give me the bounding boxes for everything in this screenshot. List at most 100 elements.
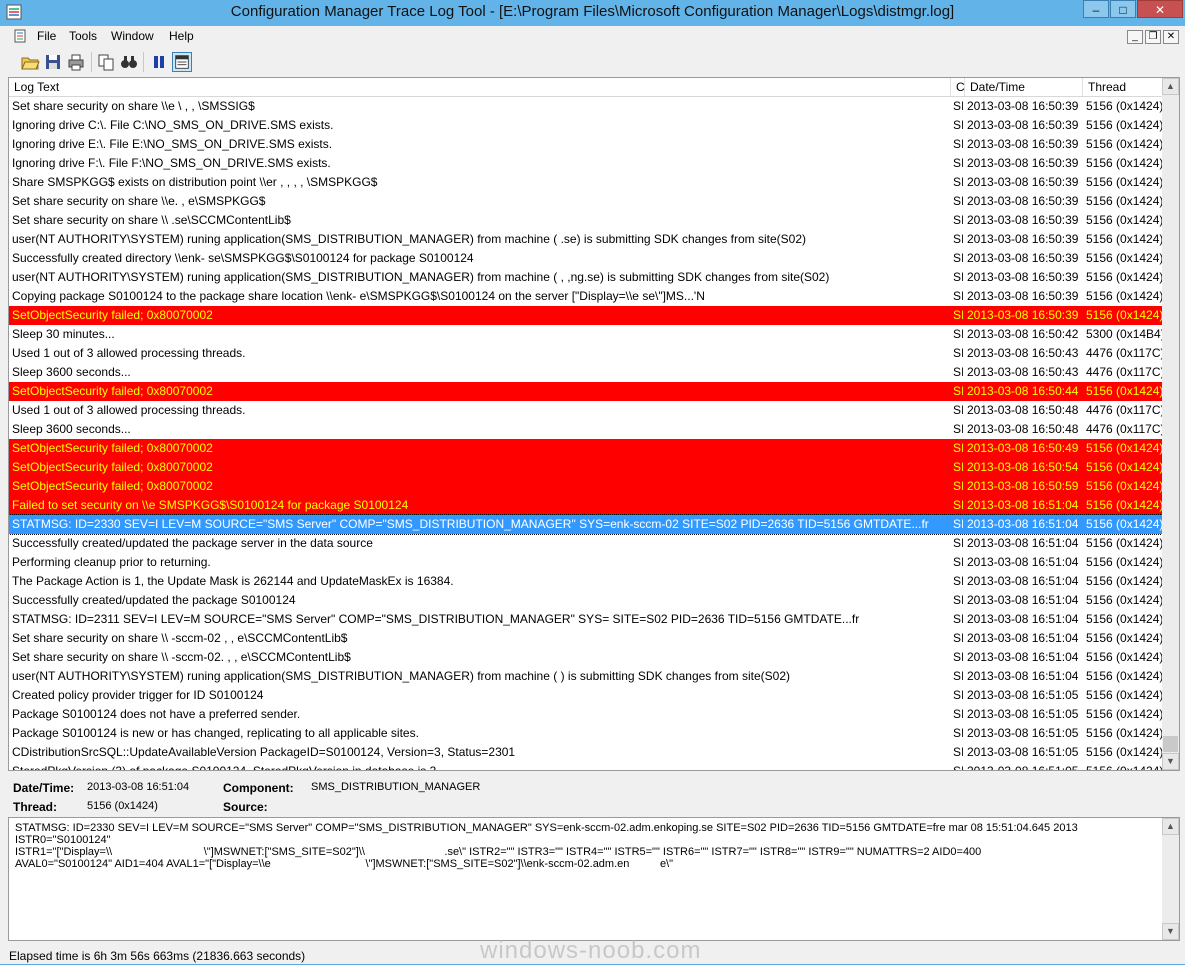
mdi-close-button[interactable]: ✕ — [1163, 30, 1179, 44]
preview-pane-icon[interactable] — [172, 52, 192, 72]
open-icon[interactable] — [20, 52, 40, 72]
thread-cell: 5156 (0x1424) — [1086, 460, 1164, 474]
table-row[interactable]: STATMSG: ID=2311 SEV=I LEV=M SOURCE="SMS… — [9, 610, 1164, 629]
thread-cell: 5156 (0x1424) — [1086, 745, 1164, 759]
log-text-cell: Performing cleanup prior to returning. — [12, 555, 211, 569]
table-row[interactable]: Package S0100124 is new or has changed, … — [9, 724, 1164, 743]
scroll-up-arrow-icon[interactable]: ▲ — [1162, 78, 1179, 95]
scroll-down-arrow-icon[interactable]: ▼ — [1162, 923, 1179, 940]
menu-file[interactable]: File — [37, 29, 56, 43]
column-header-date-time[interactable]: Date/Time — [965, 78, 1083, 96]
thread-cell: 5156 (0x1424) — [1086, 593, 1164, 607]
table-row[interactable]: Created policy provider trigger for ID S… — [9, 686, 1164, 705]
component-cell: SI — [953, 631, 963, 645]
trace-log-window: Configuration Manager Trace Log Tool - [… — [0, 0, 1185, 964]
maximize-button[interactable]: □ — [1110, 0, 1136, 18]
title-bar[interactable]: Configuration Manager Trace Log Tool - [… — [0, 0, 1185, 26]
log-text-cell: STATMSG: ID=2311 SEV=I LEV=M SOURCE="SMS… — [12, 612, 860, 626]
table-row[interactable]: SetObjectSecurity failed; 0x80070002 SI 20… — [9, 382, 1164, 401]
mdi-minimize-button[interactable]: _ — [1127, 30, 1143, 44]
table-row[interactable]: Successfully created/updated the package… — [9, 534, 1164, 553]
table-row[interactable]: Ignoring drive E:\. File E:\NO_SMS_ON_DR… — [9, 135, 1164, 154]
component-cell: SI — [953, 194, 963, 208]
table-row[interactable]: Copying package S0100124 to the package … — [9, 287, 1164, 306]
log-text-cell: StoredPkgVersion (3) of package S0100124… — [12, 764, 440, 771]
message-text[interactable]: STATMSG: ID=2330 SEV=I LEV=M SOURCE="SMS… — [15, 822, 1145, 870]
table-row[interactable]: The Package Action is 1, the Update Mask… — [9, 572, 1164, 591]
copy-icon[interactable] — [96, 52, 116, 72]
table-row[interactable]: SetObjectSecurity failed; 0x80070002 SI 20… — [9, 477, 1164, 496]
close-button[interactable]: ✕ — [1137, 0, 1183, 18]
scroll-up-arrow-icon[interactable]: ▲ — [1162, 818, 1179, 835]
table-row[interactable]: Sleep 3600 seconds... SI 2013-03-08 16:50:… — [9, 420, 1164, 439]
log-text-cell: SetObjectSecurity failed; 0x80070002 — [12, 441, 213, 455]
thread-cell: 5156 (0x1424) — [1086, 308, 1164, 322]
thread-cell: 4476 (0x117C) — [1086, 346, 1164, 360]
table-row[interactable]: SetObjectSecurity failed; 0x80070002 SI 20… — [9, 458, 1164, 477]
table-row[interactable]: SetObjectSecurity failed; 0x80070002 SI 20… — [9, 306, 1164, 325]
table-row[interactable]: StoredPkgVersion (3) of package S0100124… — [9, 762, 1164, 771]
pause-icon[interactable] — [149, 52, 169, 72]
thread-cell: 5156 (0x1424) — [1086, 669, 1164, 683]
column-header-component[interactable]: C — [951, 78, 965, 96]
mdi-restore-button[interactable]: ❐ — [1145, 30, 1161, 44]
column-header-thread[interactable]: Thread — [1083, 78, 1163, 96]
message-pane[interactable]: STATMSG: ID=2330 SEV=I LEV=M SOURCE="SMS… — [8, 817, 1180, 941]
table-row[interactable]: Set share security on share \\e. , e\SMS… — [9, 192, 1164, 211]
table-row[interactable]: Share SMSPKGG$ exists on distribution po… — [9, 173, 1164, 192]
log-text-cell: Successfully created/updated the package… — [12, 536, 373, 550]
menu-help[interactable]: Help — [169, 29, 194, 43]
date-time-cell: 2013-03-08 16:51:04 — [967, 650, 1079, 664]
table-row[interactable]: user(NT AUTHORITY\SYSTEM) runing applica… — [9, 667, 1164, 686]
column-header-log-text[interactable]: Log Text — [9, 78, 951, 96]
save-icon[interactable] — [43, 52, 63, 72]
log-text-cell: Set share security on share \\ .se\SCCMC… — [12, 213, 291, 227]
menu-window[interactable]: Window — [111, 29, 154, 43]
component-cell: SI — [953, 118, 963, 132]
find-icon[interactable] — [119, 52, 139, 72]
log-text-cell: Set share security on share \\ -sccm-02.… — [12, 650, 351, 664]
table-row[interactable]: Performing cleanup prior to returning. SI… — [9, 553, 1164, 572]
table-row[interactable]: Package S0100124 does not have a preferr… — [9, 705, 1164, 724]
log-list[interactable]: Log Text C Date/Time Thread Set share se… — [8, 77, 1180, 771]
thread-cell: 4476 (0x117C) — [1086, 422, 1164, 436]
scrollbar-thumb[interactable] — [1163, 736, 1178, 752]
table-row[interactable]: Set share security on share \\ -sccm-02 … — [9, 629, 1164, 648]
table-row[interactable]: CDistributionSrcSQL::UpdateAvailableVers… — [9, 743, 1164, 762]
date-time-cell: 2013-03-08 16:50:59 — [967, 479, 1079, 493]
message-vertical-scrollbar[interactable]: ▲ ▼ — [1162, 818, 1179, 940]
table-row[interactable]: STATMSG: ID=2330 SEV=I LEV=M SOURCE="SMS… — [9, 514, 1165, 535]
component-cell: SI — [953, 574, 963, 588]
date-time-cell: 2013-03-08 16:51:05 — [967, 764, 1079, 771]
component-cell: SI — [953, 650, 963, 664]
table-row[interactable]: Failed to set security on \\e SMSPKGG$\S… — [9, 496, 1164, 515]
table-row[interactable]: Set share security on share \\e \ , , \S… — [9, 97, 1164, 116]
table-row[interactable]: Sleep 3600 seconds... SI 2013-03-08 16:50:… — [9, 363, 1164, 382]
print-icon[interactable] — [66, 52, 86, 72]
table-row[interactable]: user(NT AUTHORITY\SYSTEM) runing applica… — [9, 268, 1164, 287]
scroll-down-arrow-icon[interactable]: ▼ — [1162, 753, 1179, 770]
table-row[interactable]: Set share security on share \\ -sccm-02.… — [9, 648, 1164, 667]
log-text-cell: user(NT AUTHORITY\SYSTEM) runing applica… — [12, 669, 790, 683]
table-row[interactable]: Sleep 30 minutes... SI 2013-03-08 16:50:42… — [9, 325, 1164, 344]
table-row[interactable]: Ignoring drive F:\. File F:\NO_SMS_ON_DR… — [9, 154, 1164, 173]
list-vertical-scrollbar[interactable]: ▲ ▼ — [1162, 78, 1179, 770]
date-time-cell: 2013-03-08 16:50:39 — [967, 289, 1079, 303]
table-row[interactable]: Successfully created directory \\enk- se… — [9, 249, 1164, 268]
date-time-cell: 2013-03-08 16:50:39 — [967, 251, 1079, 265]
thread-cell: 5156 (0x1424) — [1086, 536, 1164, 550]
table-row[interactable]: SetObjectSecurity failed; 0x80070002 SI 20… — [9, 439, 1164, 458]
table-row[interactable]: user(NT AUTHORITY\SYSTEM) runing applica… — [9, 230, 1164, 249]
table-row[interactable]: Used 1 out of 3 allowed processing threa… — [9, 344, 1164, 363]
table-row[interactable]: Set share security on share \\ .se\SCCMC… — [9, 211, 1164, 230]
log-text-cell: Set share security on share \\e \ , , \S… — [12, 99, 255, 113]
table-row[interactable]: Successfully created/updated the package… — [9, 591, 1164, 610]
table-row[interactable]: Used 1 out of 3 allowed processing threa… — [9, 401, 1164, 420]
menu-tools[interactable]: Tools — [69, 29, 97, 43]
component-cell: SI — [953, 707, 963, 721]
table-row[interactable]: Ignoring drive C:\. File C:\NO_SMS_ON_DR… — [9, 116, 1164, 135]
document-icon[interactable] — [13, 29, 27, 43]
date-time-cell: 2013-03-08 16:50:54 — [967, 460, 1079, 474]
log-text-cell: Ignoring drive F:\. File F:\NO_SMS_ON_DR… — [12, 156, 331, 170]
minimize-button[interactable]: – — [1083, 0, 1109, 18]
